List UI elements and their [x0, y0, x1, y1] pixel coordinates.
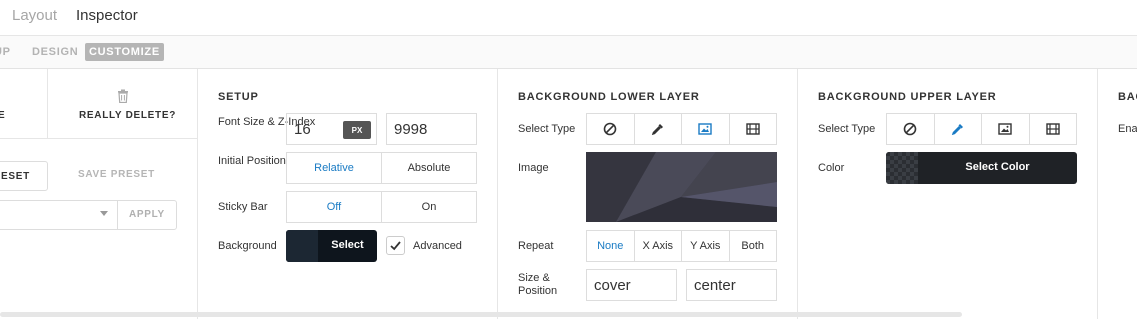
position-value: center: [694, 277, 736, 294]
video-icon[interactable]: [1030, 114, 1077, 144]
top-bar: Layout Inspector: [0, 0, 1137, 36]
delete-label-fragment[interactable]: E: [0, 110, 5, 121]
position-input[interactable]: center: [686, 269, 777, 301]
really-delete-button[interactable]: REALLY DELETE?: [79, 110, 176, 121]
subnav-design[interactable]: DESIGN: [32, 46, 78, 58]
bg-lower-panel: BACKGROUND LOWER LAYER Select Type Image: [498, 69, 798, 319]
position-absolute[interactable]: Absolute: [382, 153, 476, 183]
bg-lower-title: BACKGROUND LOWER LAYER: [518, 91, 700, 103]
repeat-x-axis[interactable]: X Axis: [635, 231, 682, 261]
sub-nav: UP DESIGN CUSTOMIZE: [0, 36, 1137, 69]
background-select-button[interactable]: Select: [286, 230, 377, 262]
repeat-both[interactable]: Both: [730, 231, 777, 261]
select-color-label: Select Color: [965, 161, 1030, 173]
repeat-label: Repeat: [518, 240, 554, 252]
size-position-label: Size & Position: [518, 272, 558, 297]
select-color-button[interactable]: Select Color: [886, 152, 1077, 184]
image-icon[interactable]: [982, 114, 1030, 144]
repeat-none[interactable]: None: [587, 231, 635, 261]
size-value: cover: [594, 277, 631, 294]
color-swatch: [886, 152, 918, 184]
save-preset-button[interactable]: SAVE PRESET: [78, 169, 155, 180]
background-select-label: Select: [331, 239, 364, 251]
font-size-value: 16: [294, 121, 311, 138]
advanced-label: Advanced: [413, 240, 462, 252]
presets-panel: E REALLY DELETE? ESET SAVE PRESET APPLY: [0, 69, 198, 319]
repeat-y-axis[interactable]: Y Axis: [682, 231, 730, 261]
image-label: Image: [518, 162, 549, 174]
sticky-off[interactable]: Off: [287, 192, 382, 222]
horizontal-scrollbar[interactable]: [0, 312, 962, 317]
eyedropper-icon[interactable]: [935, 114, 982, 144]
sticky-on[interactable]: On: [382, 192, 476, 222]
bg-upper-title: BACKGROUND UPPER LAYER: [818, 91, 997, 103]
apply-button[interactable]: APPLY: [129, 209, 165, 220]
size-input[interactable]: cover: [586, 269, 677, 301]
background-label: Background: [218, 240, 277, 252]
select-type-label: Select Type: [818, 123, 876, 135]
select-type-label: Select Type: [518, 123, 576, 135]
divider: [0, 138, 198, 139]
trash-icon[interactable]: [117, 89, 129, 108]
color-swatch: [286, 230, 318, 262]
image-preview[interactable]: [586, 152, 777, 222]
position-relative[interactable]: Relative: [287, 153, 382, 183]
subnav-customize[interactable]: CUSTOMIZE: [85, 43, 164, 61]
position-toggle[interactable]: Relative Absolute: [286, 152, 477, 184]
advanced-checkbox[interactable]: [386, 236, 405, 255]
sticky-bar-toggle[interactable]: Off On: [286, 191, 477, 223]
font-size-input[interactable]: 16 PX: [286, 113, 377, 145]
enable-label: Enal: [1118, 123, 1137, 135]
divider: [117, 200, 118, 230]
inspector-content: E REALLY DELETE? ESET SAVE PRESET APPLY …: [0, 69, 1137, 319]
subnav-setup[interactable]: UP: [0, 46, 11, 58]
tab-layout[interactable]: Layout: [12, 7, 57, 24]
bg-upper-panel: BACKGROUND UPPER LAYER Select Type Color…: [798, 69, 1098, 319]
lower-type-selector[interactable]: [586, 113, 777, 145]
initial-position-label: Initial Position: [218, 155, 286, 167]
none-icon[interactable]: [887, 114, 935, 144]
setup-panel: SETUP Font Size & Z-Index 16 PX 9998 Ini…: [198, 69, 498, 319]
image-icon[interactable]: [682, 114, 730, 144]
z-index-value: 9998: [394, 121, 428, 138]
z-index-input[interactable]: 9998: [386, 113, 477, 145]
chevron-down-icon[interactable]: [100, 211, 108, 216]
sticky-bar-label: Sticky Bar: [218, 201, 268, 213]
tab-inspector[interactable]: Inspector: [76, 7, 138, 24]
repeat-selector[interactable]: None X Axis Y Axis Both: [586, 230, 777, 262]
none-icon[interactable]: [587, 114, 635, 144]
check-icon: [390, 241, 401, 251]
next-panel-title: BAC: [1118, 91, 1137, 103]
divider: [47, 69, 48, 138]
color-label: Color: [818, 162, 845, 174]
setup-title: SETUP: [218, 91, 259, 103]
unit-badge[interactable]: PX: [343, 121, 371, 139]
next-panel: BAC Enal: [1098, 69, 1137, 319]
upper-type-selector[interactable]: [886, 113, 1077, 145]
reset-preset-button[interactable]: ESET: [0, 161, 48, 191]
video-icon[interactable]: [730, 114, 777, 144]
eyedropper-icon[interactable]: [635, 114, 682, 144]
